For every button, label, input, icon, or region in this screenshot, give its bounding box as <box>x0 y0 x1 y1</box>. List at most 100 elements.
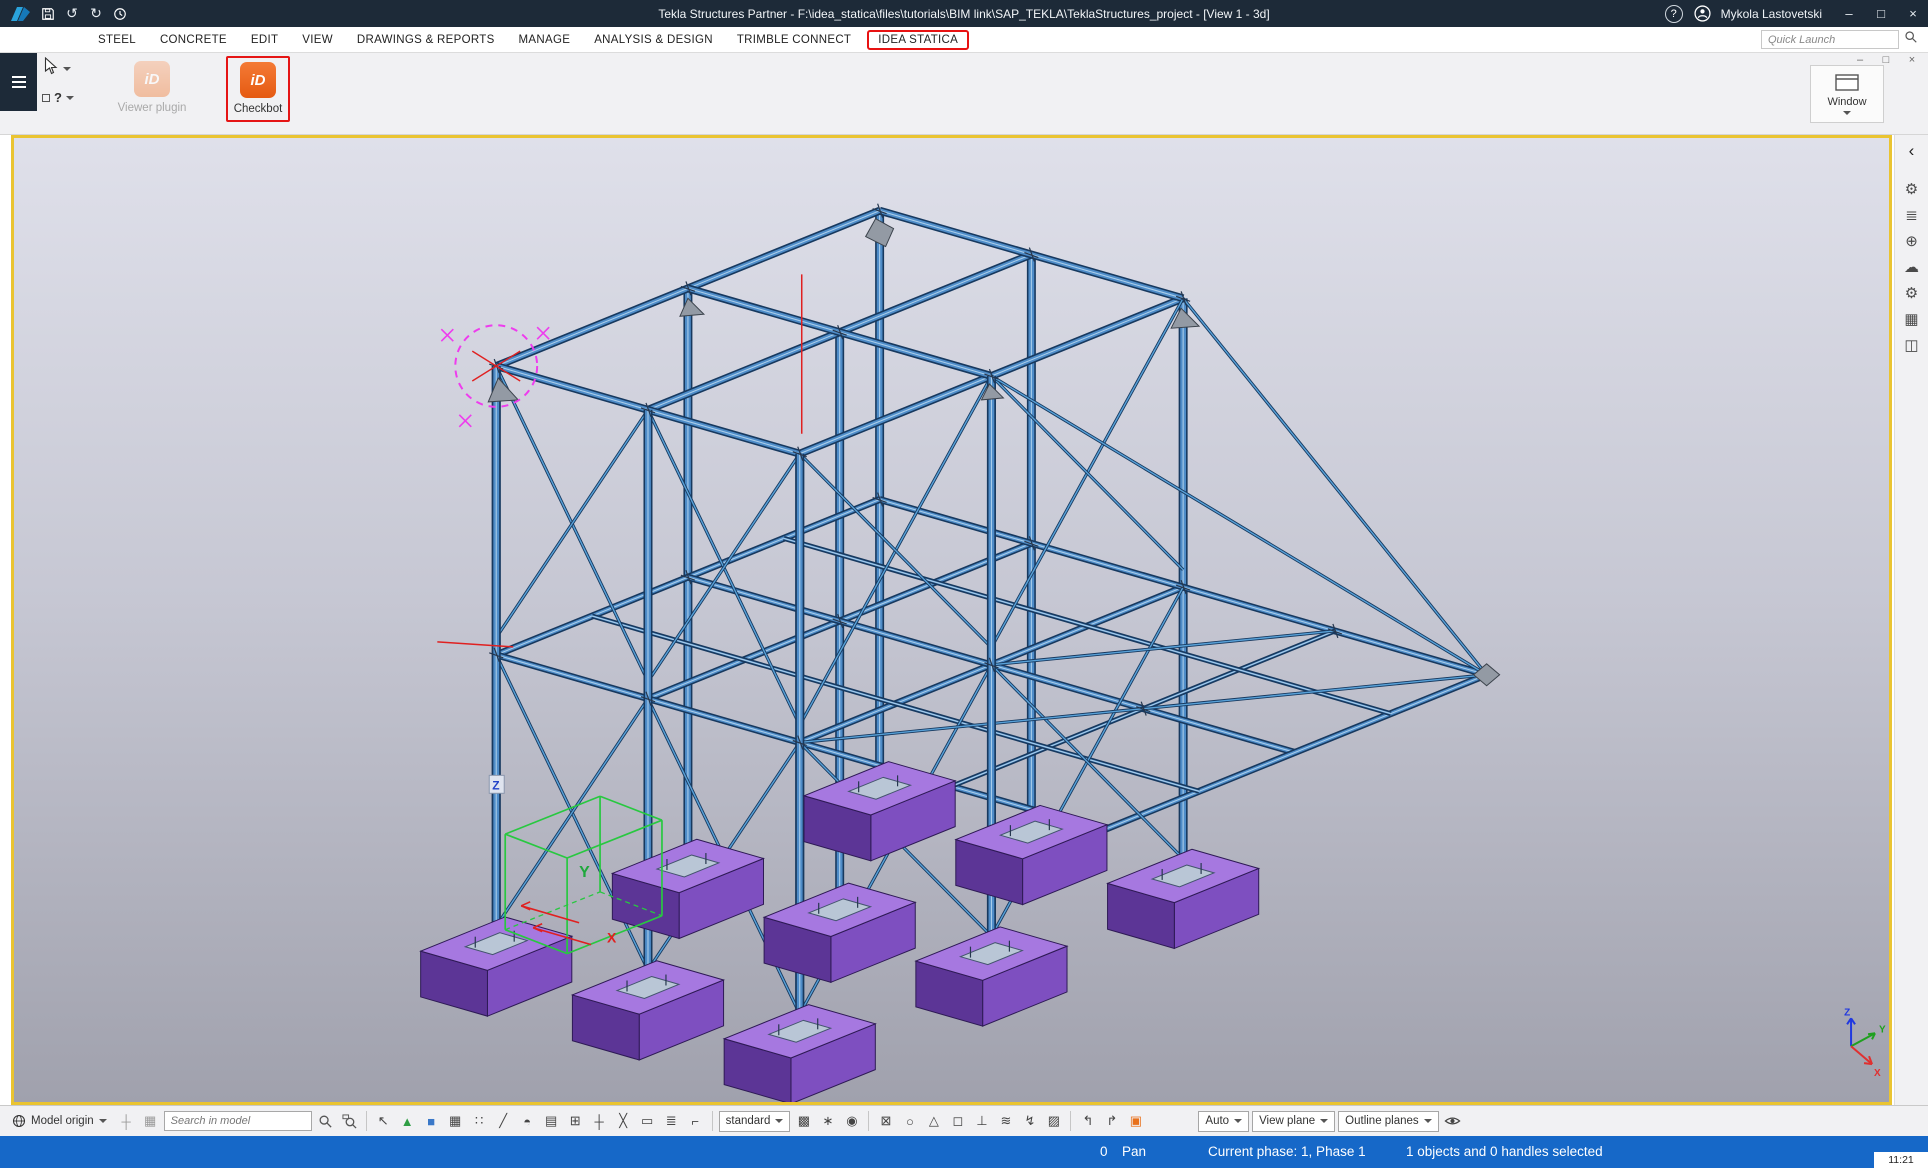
tab-steel[interactable]: STEEL <box>86 34 148 46</box>
quick-launch-input[interactable] <box>1761 30 1899 49</box>
workplane-cube[interactable] <box>505 834 567 858</box>
snap-grid-button[interactable]: ▦ <box>445 1111 466 1132</box>
mini-square-icon[interactable] <box>42 94 50 102</box>
tie-rod[interactable] <box>1183 298 1487 674</box>
settings-gear-icon[interactable]: ⚙ <box>1899 281 1925 305</box>
auto-value: Auto <box>1205 1115 1229 1127</box>
selection-filter-dropdown[interactable]: standard <box>719 1111 791 1132</box>
context-help-icon[interactable]: ? <box>54 90 62 105</box>
tab-manage[interactable]: MANAGE <box>507 34 583 46</box>
chevron-down-icon[interactable] <box>63 67 71 71</box>
snap-list-button[interactable]: ≣ <box>661 1111 682 1132</box>
snap-cut-button[interactable]: ╳ <box>613 1111 634 1132</box>
checkbot-highlight-box: iD Checkbot <box>226 56 290 122</box>
tab-analysis-design[interactable]: ANALYSIS & DESIGN <box>582 34 725 46</box>
origin-grid-button[interactable]: ▦ <box>140 1111 161 1132</box>
workplane-cube[interactable] <box>505 796 600 834</box>
select-points-button[interactable]: △ <box>923 1111 944 1132</box>
outline-planes-dropdown[interactable]: Outline planes <box>1338 1111 1439 1132</box>
hatch-toggle-button[interactable]: ▩ <box>793 1111 814 1132</box>
brace-member[interactable] <box>991 631 1334 665</box>
tab-view[interactable]: VIEW <box>290 34 345 46</box>
user-name[interactable]: Mykola Lastovetski <box>1721 7 1822 21</box>
model-viewport[interactable]: YXZZYX <box>11 135 1892 1105</box>
undo-icon[interactable]: ↺ <box>60 3 84 25</box>
snap-arc-button[interactable]: ◓ <box>517 1111 538 1132</box>
list-pane-icon[interactable]: ≣ <box>1899 203 1925 227</box>
collapse-panel-chevron[interactable]: ‹ <box>1899 139 1925 163</box>
select-parts-button[interactable]: ◻ <box>947 1111 968 1132</box>
ucs-x-label: X <box>1874 1068 1881 1079</box>
tab-concrete[interactable]: CONCRETE <box>148 34 239 46</box>
select-reinforcement-button[interactable]: ▨ <box>1043 1111 1064 1132</box>
workplane-cube[interactable] <box>600 796 662 820</box>
window-group-button[interactable]: Window <box>1810 65 1884 123</box>
pointer-tool-icon[interactable] <box>42 57 59 80</box>
search-icon[interactable] <box>1904 30 1918 49</box>
save-icon[interactable] <box>36 3 60 25</box>
chevron-down-icon <box>99 1119 107 1123</box>
snap-any-button[interactable]: ∗ <box>817 1111 838 1132</box>
zoom-selected-button[interactable] <box>339 1111 360 1132</box>
view-plane-dropdown[interactable]: View plane <box>1252 1111 1335 1132</box>
auto-dropdown[interactable]: Auto <box>1198 1111 1249 1132</box>
smart-select-button[interactable]: ↱ <box>1101 1111 1122 1132</box>
model-search-input[interactable] <box>164 1111 312 1131</box>
help-icon[interactable]: ? <box>1665 5 1683 23</box>
components-grid-icon[interactable]: ▦ <box>1899 307 1925 331</box>
select-components-button[interactable]: ○ <box>899 1111 920 1132</box>
taskbar-clock: 11:21 <box>1874 1152 1928 1168</box>
brace-member[interactable] <box>800 709 1143 743</box>
checkbot-icon[interactable]: iD <box>240 62 276 98</box>
select-objects-button[interactable]: ⊠ <box>875 1111 896 1132</box>
snap-points-button[interactable]: ∷ <box>469 1111 490 1132</box>
snap-frame-button[interactable]: ▭ <box>637 1111 658 1132</box>
visibility-eye-button[interactable]: ◉ <box>841 1111 862 1132</box>
select-perpendicular-button[interactable]: ⊥ <box>971 1111 992 1132</box>
restore-button[interactable]: □ <box>1866 3 1896 25</box>
user-avatar[interactable] <box>1691 3 1715 25</box>
view-plane-label: View plane <box>1259 1115 1315 1127</box>
menu-button[interactable] <box>0 53 37 111</box>
secondary-beam[interactable] <box>784 538 1391 713</box>
reference-globe-icon[interactable]: ⊕ <box>1899 229 1925 253</box>
select-cursor-button[interactable]: ↖ <box>373 1111 394 1132</box>
viewer-plugin-group[interactable]: iD Viewer plugin <box>104 61 200 114</box>
redo-icon[interactable]: ↻ <box>84 3 108 25</box>
chevron-down-icon[interactable] <box>66 96 74 100</box>
origin-pick-button[interactable]: ┼ <box>116 1111 137 1132</box>
chevron-down-icon <box>1234 1119 1242 1123</box>
tab-trimble-connect[interactable]: TRIMBLE CONNECT <box>725 34 863 46</box>
tab-idea-statica[interactable]: IDEA STATICA <box>867 30 969 50</box>
snap-line-button[interactable]: ╱ <box>493 1111 514 1132</box>
select-welds-button[interactable]: ≋ <box>995 1111 1016 1132</box>
history-icon[interactable] <box>108 3 132 25</box>
floor-edge-beam[interactable] <box>1103 675 1486 830</box>
tab-edit[interactable]: EDIT <box>239 34 290 46</box>
tab-drawings-reports[interactable]: DRAWINGS & REPORTS <box>345 34 507 46</box>
clash-check-button[interactable]: ▣ <box>1125 1111 1146 1132</box>
direct-modification-button[interactable]: ▲ <box>397 1111 418 1132</box>
drag-and-drop-button[interactable]: ↰ <box>1077 1111 1098 1132</box>
select-bolts-button[interactable]: ↯ <box>1019 1111 1040 1132</box>
search-model-button[interactable] <box>315 1111 336 1132</box>
grid-lines-button[interactable]: ▤ <box>541 1111 562 1132</box>
mini-toolbar-button[interactable]: ■ <box>421 1111 442 1132</box>
close-button[interactable]: × <box>1898 3 1928 25</box>
tie-rod[interactable] <box>991 376 1486 675</box>
snap-intersection-button[interactable]: ┼ <box>589 1111 610 1132</box>
minimize-button[interactable]: – <box>1834 3 1864 25</box>
eye-icon[interactable] <box>1442 1111 1463 1132</box>
settings-help-icon[interactable]: ⚙ <box>1899 177 1925 201</box>
grid-plane-button[interactable]: ⊞ <box>565 1111 586 1132</box>
viewer-plugin-icon[interactable]: iD <box>134 61 170 97</box>
checkbot-group[interactable]: iD Checkbot <box>234 62 283 115</box>
view-close-button[interactable]: × <box>1904 54 1920 66</box>
model-3d-view[interactable]: YXZZYX <box>14 138 1889 1102</box>
brace-member[interactable] <box>1143 675 1486 709</box>
side-pane-icon[interactable]: ◫ <box>1899 333 1925 357</box>
side-panel-rail: ‹ ⚙ ≣ ⊕ ☁ ⚙ ▦ ◫ <box>1894 135 1928 1105</box>
snap-corner-button[interactable]: ⌐ <box>685 1111 706 1132</box>
model-origin-dropdown[interactable]: Model origin <box>6 1111 113 1132</box>
cloud-share-icon[interactable]: ☁ <box>1899 255 1925 279</box>
